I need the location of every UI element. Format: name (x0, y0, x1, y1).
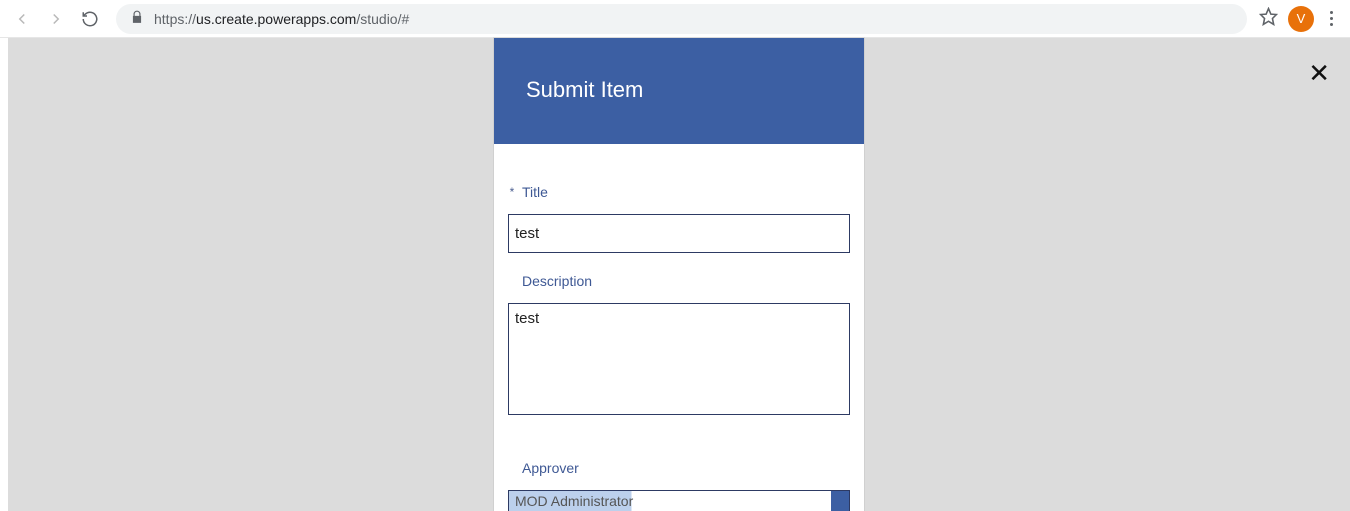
close-button[interactable]: ✕ (1308, 60, 1330, 86)
profile-avatar[interactable]: V (1288, 6, 1314, 32)
required-indicator: * (508, 185, 516, 199)
viewport: ✕ Submit Item * Title * Description (0, 38, 1350, 511)
approver-dropdown-button[interactable] (831, 491, 849, 511)
bookmark-star-icon[interactable] (1259, 7, 1278, 31)
page-title: Submit Item (526, 77, 643, 103)
address-bar[interactable]: https://us.create.powerapps.com/studio/# (116, 4, 1247, 34)
form: * Title * Description * Approver (494, 144, 864, 511)
description-label: Description (522, 273, 592, 289)
forward-button[interactable] (42, 5, 70, 33)
reload-button[interactable] (76, 5, 104, 33)
app-header: Submit Item (494, 38, 864, 144)
title-input[interactable] (508, 214, 850, 253)
description-input[interactable] (508, 303, 850, 415)
app-canvas: Submit Item * Title * Description (494, 38, 864, 511)
title-label: Title (522, 184, 548, 200)
browser-menu-icon[interactable] (1324, 11, 1338, 26)
browser-toolbar: https://us.create.powerapps.com/studio/#… (0, 0, 1350, 38)
field-description: * Description (508, 273, 850, 420)
field-title: * Title (508, 184, 850, 253)
approver-combo[interactable] (508, 490, 850, 511)
back-button[interactable] (8, 5, 36, 33)
approver-input[interactable] (509, 491, 831, 511)
field-approver: * Approver (508, 460, 850, 511)
approver-label: Approver (522, 460, 579, 476)
url-text: https://us.create.powerapps.com/studio/# (154, 11, 409, 27)
avatar-letter: V (1297, 11, 1306, 26)
lock-icon (130, 10, 144, 27)
